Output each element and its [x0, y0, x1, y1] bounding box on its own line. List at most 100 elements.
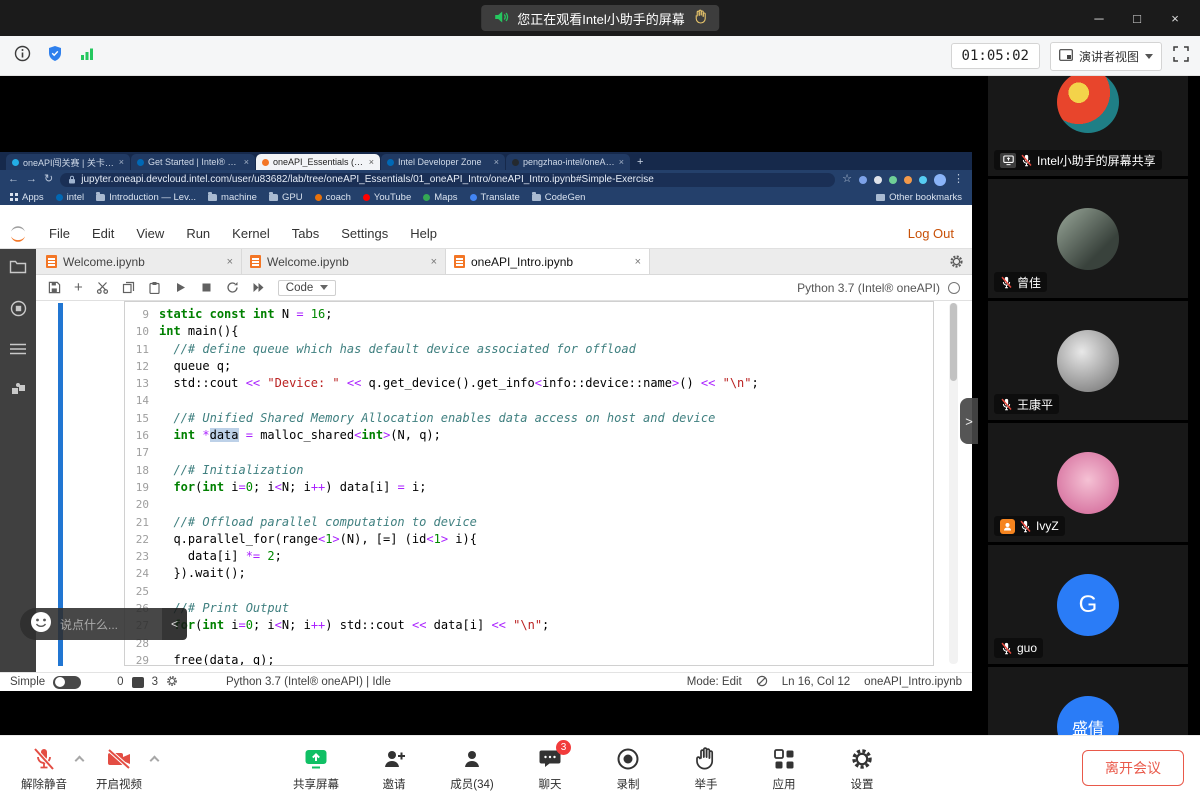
run-all-icon[interactable] [252, 281, 265, 294]
bookmark-item[interactable]: machine [208, 192, 257, 203]
camera-options-chevron[interactable] [150, 756, 160, 766]
extension-icon[interactable] [919, 176, 927, 184]
notebook-tab[interactable]: Welcome.ipynb× [242, 249, 446, 274]
menu-tabs[interactable]: Tabs [281, 226, 330, 241]
notebook-tab[interactable]: Welcome.ipynb× [38, 249, 242, 274]
save-icon[interactable] [48, 281, 61, 294]
chat-button[interactable]: 3 聊天 [522, 745, 578, 792]
view-mode-dropdown[interactable]: 演讲者视图 [1050, 42, 1162, 71]
add-cell-icon[interactable]: + [74, 280, 83, 295]
cell-type-dropdown[interactable]: Code [278, 280, 337, 296]
start-video-button[interactable]: 开启视频 [91, 745, 147, 792]
minimize-button[interactable]: ─ [1080, 0, 1118, 36]
share-screen-button[interactable]: 共享屏幕 [288, 745, 344, 792]
raise-hand-button[interactable]: 举手 [678, 745, 734, 792]
unmute-button[interactable]: 解除静音 [16, 745, 72, 792]
property-inspector-gear-icon[interactable] [949, 254, 964, 274]
close-tab-icon[interactable]: × [494, 157, 499, 167]
browser-tab[interactable]: pengzhao-intel/oneAPI_cours...× [506, 154, 630, 170]
kernel-indicator[interactable]: Python 3.7 (Intel® oneAPI) [797, 281, 960, 295]
bookmark-item[interactable]: Maps [423, 192, 457, 203]
security-shield-icon[interactable] [47, 45, 63, 67]
stop-icon[interactable] [200, 281, 213, 294]
run-icon[interactable] [174, 281, 187, 294]
restart-kernel-icon[interactable] [226, 281, 239, 294]
close-tab-icon[interactable]: × [619, 157, 624, 167]
profile-avatar[interactable] [934, 174, 946, 186]
extensions-icon[interactable] [10, 381, 27, 403]
running-sessions-icon[interactable] [10, 300, 27, 322]
bookmark-item[interactable]: intel [56, 192, 84, 203]
menu-view[interactable]: View [125, 226, 175, 241]
close-tab-icon[interactable]: × [244, 157, 249, 167]
extension-icon[interactable] [904, 176, 912, 184]
bookmark-item[interactable]: GPU [269, 192, 303, 203]
terminal-icon[interactable] [132, 677, 144, 688]
back-icon[interactable]: ← [8, 174, 19, 185]
raise-hand-mini-icon[interactable] [693, 9, 707, 27]
menu-help[interactable]: Help [399, 226, 448, 241]
notebook-tab[interactable]: oneAPI_Intro.ipynb× [446, 249, 650, 274]
close-tab-icon[interactable]: × [431, 256, 437, 268]
meeting-info-icon[interactable] [14, 45, 31, 67]
sidebar-expand-handle[interactable]: > [960, 398, 978, 444]
participant-tile[interactable]: 王康平 [988, 301, 1188, 420]
extension-icon[interactable] [889, 176, 897, 184]
menu-settings[interactable]: Settings [330, 226, 399, 241]
record-button[interactable]: 录制 [600, 745, 656, 792]
files-icon[interactable] [9, 259, 27, 280]
menu-run[interactable]: Run [175, 226, 221, 241]
leave-meeting-button[interactable]: 离开会议 [1082, 750, 1184, 786]
participant-tile[interactable]: 盛倩盛倩 [988, 667, 1188, 735]
fullscreen-icon[interactable] [1172, 45, 1190, 68]
chat-input-pill[interactable]: 说点什么... [20, 608, 162, 640]
extension-icon[interactable] [874, 176, 882, 184]
extension-icon[interactable] [859, 176, 867, 184]
url-field[interactable]: jupyter.oneapi.devcloud.intel.com/user/u… [60, 173, 835, 187]
notebook-scrollbar[interactable] [949, 303, 958, 664]
participant-tile[interactable]: 曾佳 [988, 179, 1188, 298]
cursor-position-label[interactable]: Ln 16, Col 12 [782, 676, 850, 688]
bookmark-item[interactable]: coach [315, 192, 351, 203]
browser-tab[interactable]: oneAPI闯关赛 | 关卡1介绍_哔哩× [6, 154, 130, 170]
bookmark-item[interactable]: CodeGen [532, 192, 586, 203]
kernels-gear-icon[interactable] [166, 675, 178, 690]
other-bookmarks[interactable]: Other bookmarks [876, 192, 962, 203]
browser-tab[interactable]: oneAPI_Essentials (3) - JupyterLab× [256, 154, 380, 170]
code-editor[interactable]: 9static const int N = 16;10int main(){11… [124, 301, 934, 666]
network-stats-icon[interactable] [79, 46, 95, 67]
apps-button[interactable]: 应用 [756, 745, 812, 792]
close-tab-icon[interactable]: × [369, 157, 374, 167]
bookmark-item[interactable]: Apps [10, 192, 44, 203]
menu-kernel[interactable]: Kernel [221, 226, 281, 241]
chat-collapse-chevron[interactable]: < [162, 608, 187, 640]
invite-button[interactable]: 邀请 [366, 745, 422, 792]
participant-tile[interactable]: Gguo [988, 545, 1188, 664]
close-tab-icon[interactable]: × [119, 157, 124, 167]
participant-tile[interactable]: Intel小助手的屏幕共享 [988, 76, 1188, 176]
kernel-state-label[interactable]: Python 3.7 (Intel® oneAPI) | Idle [226, 676, 391, 688]
close-tab-icon[interactable]: × [227, 256, 233, 268]
close-tab-icon[interactable]: × [635, 256, 641, 268]
browser-tab[interactable]: Get Started | Intel® DevCloud× [131, 154, 255, 170]
members-button[interactable]: 成员(34) [444, 745, 500, 792]
settings-button[interactable]: 设置 [834, 745, 890, 792]
bookmark-star-icon[interactable]: ☆ [842, 174, 852, 185]
scrollbar-thumb[interactable] [950, 303, 957, 381]
bookmark-item[interactable]: Translate [470, 192, 520, 203]
command-palette-icon[interactable] [9, 342, 27, 361]
browser-menu-icon[interactable]: ⋮ [953, 174, 964, 185]
reload-icon[interactable]: ↻ [44, 174, 53, 185]
emoji-icon[interactable] [30, 611, 52, 638]
new-tab-icon[interactable]: + [637, 156, 643, 168]
mic-options-chevron[interactable] [75, 756, 85, 766]
simple-mode-toggle[interactable] [53, 676, 81, 689]
bookmark-item[interactable]: Introduction — Lev... [96, 192, 196, 203]
participant-tile[interactable]: IvyZ [988, 423, 1188, 542]
menu-file[interactable]: File [38, 226, 81, 241]
paste-icon[interactable] [148, 281, 161, 294]
cut-icon[interactable] [96, 281, 109, 294]
copy-icon[interactable] [122, 281, 135, 294]
bookmark-item[interactable]: YouTube [363, 192, 411, 203]
close-button[interactable]: × [1156, 0, 1194, 36]
